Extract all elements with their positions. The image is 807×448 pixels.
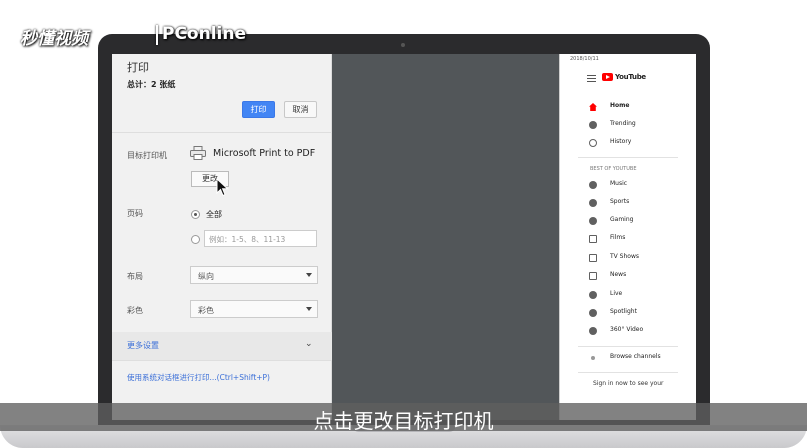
webcam [401,43,405,47]
divider [578,157,678,158]
pages-all-label: 全部 [206,210,222,219]
dropdown-arrow-icon [306,307,312,311]
yt-item-sports[interactable]: Sports [578,198,678,208]
tv-icon [589,254,597,262]
yt-item-label: 360° Video [610,326,644,333]
color-select[interactable]: 彩色 [190,300,318,318]
news-icon [589,272,597,280]
yt-item-360-video[interactable]: 360° Video [578,326,678,336]
print-dialog: 打印 总计：2 张纸 打印 取消 目标打印机 Microsoft Print t… [112,54,332,420]
yt-item-label: Home [610,102,630,109]
yt-item-label: Browse channels [610,353,661,360]
layout-value: 纵向 [198,272,214,281]
color-label: 彩色 [127,306,143,315]
video-caption: 点击更改目标打印机 [313,409,494,433]
yt-item-live[interactable]: Live [578,290,678,300]
printer-name: Microsoft Print to PDF [213,148,316,159]
history-icon [589,139,597,147]
yt-item-label: TV Shows [610,253,639,260]
yt-item-label: History [610,138,632,145]
music-icon [589,181,597,189]
brand-watermark: 秒懂视频 [20,29,88,49]
yt-item-browse[interactable]: Browse channels [578,353,678,363]
layout-select[interactable]: 纵向 [190,266,318,284]
films-icon [589,235,597,243]
cancel-button[interactable]: 取消 [284,101,317,118]
yt-item-label: Trending [610,120,636,127]
yt-item-label: News [610,271,627,278]
youtube-brand: YouTube [615,73,646,81]
dialog-title: 打印 [127,61,149,74]
yt-item-history[interactable]: History [578,138,678,148]
yt-item-gaming[interactable]: Gaming [578,216,678,226]
more-settings-row[interactable]: 更多设置 ⌄ [112,332,332,360]
sports-icon [589,199,597,207]
mouse-cursor-icon [216,178,229,197]
pages-custom-radio[interactable] [191,235,200,244]
yt-item-home[interactable]: Home [578,102,678,112]
spotlight-icon [589,309,597,317]
divider [112,360,332,361]
sheet-total: 总计：2 张纸 [127,80,176,89]
yt-item-spotlight[interactable]: Spotlight [578,308,678,318]
page-date: 2018/10/11 [570,56,599,62]
signin-prompt: Sign in now to see your [593,380,664,387]
pages-all-radio[interactable] [191,210,200,219]
watermark-separator [156,25,158,45]
divider [578,372,678,373]
partner-watermark: PConline [162,24,247,44]
print-preview-pane [332,54,559,420]
divider [112,132,332,133]
print-button[interactable]: 打印 [242,101,275,118]
yt-item-films[interactable]: Films [578,234,678,244]
gaming-icon [589,217,597,225]
yt-item-label: Music [610,180,628,187]
printer-icon [190,146,206,160]
home-icon [589,103,597,111]
destination-label: 目标打印机 [127,151,167,160]
live-icon [589,291,597,299]
yt-item-label: Live [610,290,623,297]
best-of-heading: BEST OF YOUTUBE [590,166,637,172]
yt-item-label: Gaming [610,216,634,223]
yt-item-label: Spotlight [610,308,637,315]
screen: 打印 总计：2 张纸 打印 取消 目标打印机 Microsoft Print t… [112,54,696,420]
divider [578,346,678,347]
chevron-down-icon: ⌄ [305,339,313,349]
dropdown-arrow-icon [306,273,312,277]
pages-range-input[interactable]: 例如：1-5、8、11-13 [204,230,317,247]
yt-item-trending[interactable]: Trending [578,120,678,130]
color-value: 彩色 [198,306,214,315]
system-dialog-link[interactable]: 使用系统对话框进行打印...(Ctrl+Shift+P) [127,372,270,383]
yt-item-label: Films [610,234,626,241]
hamburger-menu-icon[interactable] [587,75,596,82]
plus-icon [591,356,595,360]
yt-item-tv-shows[interactable]: TV Shows [578,253,678,263]
trending-icon [589,121,597,129]
pages-label: 页码 [127,209,143,218]
more-settings-label: 更多设置 [127,341,159,350]
layout-label: 布局 [127,272,143,281]
360-icon [589,327,597,335]
yt-item-music[interactable]: Music [578,180,678,190]
yt-item-label: Sports [610,198,630,205]
youtube-page: 2018/10/11 YouTube Home Trending History… [559,54,696,420]
yt-item-news[interactable]: News [578,271,678,281]
youtube-logo-icon[interactable] [602,73,613,81]
